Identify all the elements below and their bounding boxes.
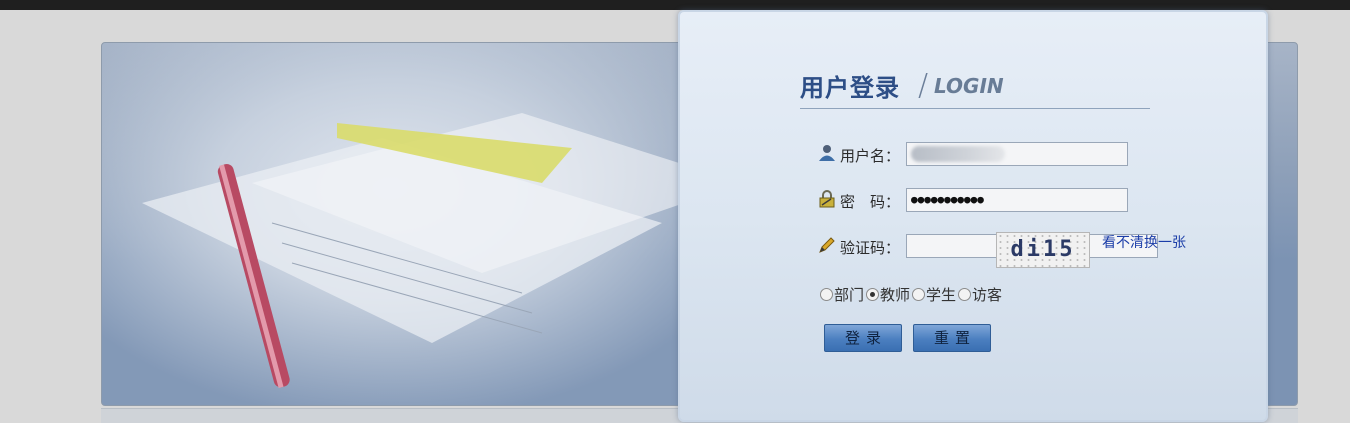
title-separator: / xyxy=(918,68,929,103)
radio-button-checked[interactable] xyxy=(866,288,880,301)
user-icon xyxy=(819,145,835,161)
captcha-label: 验证码： xyxy=(840,239,901,257)
role-radio-group: 部门 教师 学生 访客 xyxy=(820,284,1004,306)
role-label: 教师 xyxy=(880,286,911,304)
radio-button[interactable] xyxy=(912,288,926,301)
password-label: 密 码： xyxy=(840,193,901,211)
refresh-captcha-link[interactable]: 看不清换一张 xyxy=(1102,232,1186,252)
radio-button[interactable] xyxy=(958,288,972,301)
login-panel: 用户登录 / LOGIN 用户名： 密 码： ●●●●●●●●●●● 验证码： xyxy=(678,10,1268,422)
banner-illustration xyxy=(102,43,742,405)
role-radio-visitor[interactable]: 访客 xyxy=(958,284,1002,305)
login-title-english: LOGIN xyxy=(934,74,1004,98)
role-radio-department[interactable]: 部门 xyxy=(820,284,864,305)
reset-button[interactable]: 重置 xyxy=(913,324,991,352)
username-label: 用户名： xyxy=(840,147,901,165)
login-button[interactable]: 登录 xyxy=(824,324,902,352)
captcha-text: di15 xyxy=(1010,237,1076,262)
role-radio-student[interactable]: 学生 xyxy=(912,284,956,305)
role-label: 访客 xyxy=(972,286,1003,304)
username-input[interactable] xyxy=(906,142,1128,166)
username-value-blurred xyxy=(911,146,1005,162)
role-label: 部门 xyxy=(834,286,865,304)
captcha-image[interactable]: di15 xyxy=(996,232,1090,268)
login-title-chinese: 用户登录 xyxy=(800,74,900,102)
role-label: 学生 xyxy=(926,286,957,304)
top-bar xyxy=(0,0,1350,10)
lock-icon xyxy=(819,190,835,208)
pencil-icon xyxy=(819,237,835,253)
document-pen-illustration xyxy=(142,113,742,389)
login-title: 用户登录 / LOGIN xyxy=(800,64,1150,109)
password-input[interactable]: ●●●●●●●●●●● xyxy=(906,188,1128,212)
role-radio-teacher[interactable]: 教师 xyxy=(866,284,910,305)
radio-button[interactable] xyxy=(820,288,833,301)
